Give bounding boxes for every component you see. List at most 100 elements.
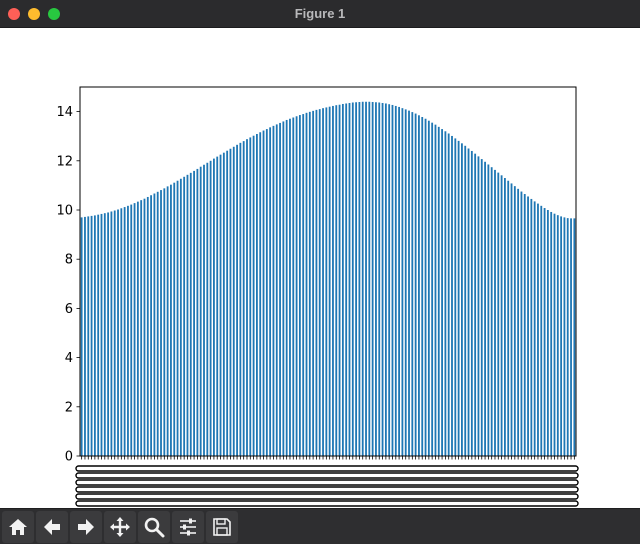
bar xyxy=(517,188,520,456)
y-tick-label: 2 xyxy=(65,400,73,415)
bar xyxy=(523,194,526,456)
bar xyxy=(140,200,143,456)
configure-subplots-button[interactable] xyxy=(172,511,204,543)
bar xyxy=(560,216,563,456)
back-arrow-icon xyxy=(44,519,60,535)
bar xyxy=(546,210,549,456)
bar xyxy=(566,218,569,456)
bar xyxy=(500,175,503,456)
forward-button[interactable] xyxy=(70,511,102,543)
x-tick-label-overlap xyxy=(75,500,579,507)
bar xyxy=(289,118,291,456)
window-title: Figure 1 xyxy=(294,6,346,21)
bar xyxy=(533,201,536,456)
bar xyxy=(170,184,172,456)
bar xyxy=(292,117,295,456)
bar xyxy=(563,217,566,456)
title-bar: Figure 1 xyxy=(0,0,640,28)
bar xyxy=(494,169,496,456)
x-tick-label-overlap xyxy=(75,493,579,500)
bar xyxy=(256,133,258,456)
bar xyxy=(246,139,248,456)
bar xyxy=(335,105,338,456)
bar xyxy=(332,105,334,456)
bar xyxy=(437,126,440,456)
bar xyxy=(117,209,119,456)
bar xyxy=(103,213,106,456)
bar xyxy=(358,102,361,456)
bar xyxy=(467,148,470,456)
bar xyxy=(84,216,86,456)
bar xyxy=(408,110,410,457)
x-tick-label-overlap xyxy=(75,465,579,472)
x-tick-label-overlap xyxy=(75,479,579,486)
bar xyxy=(120,208,123,456)
bar xyxy=(127,205,129,456)
bar xyxy=(484,161,486,456)
bar xyxy=(527,196,529,456)
bar xyxy=(199,166,202,456)
bar xyxy=(249,137,252,456)
home-button[interactable] xyxy=(2,511,34,543)
bar xyxy=(239,142,242,456)
bar xyxy=(556,215,559,456)
bar xyxy=(424,118,427,456)
y-tick-label: 0 xyxy=(65,450,73,465)
bar xyxy=(573,218,576,456)
home-icon xyxy=(9,519,27,535)
bar xyxy=(133,203,136,456)
bar xyxy=(156,191,159,457)
y-tick-label: 6 xyxy=(65,302,73,317)
bar xyxy=(371,102,374,456)
y-tick-label: 14 xyxy=(56,105,73,120)
bar xyxy=(461,143,463,456)
bar xyxy=(421,117,424,456)
x-tick-label-overlap xyxy=(75,472,579,479)
bar xyxy=(441,129,443,456)
back-button[interactable] xyxy=(36,511,68,543)
bar xyxy=(219,154,222,456)
zoom-button[interactable] xyxy=(138,511,170,543)
bar xyxy=(477,156,480,456)
bar xyxy=(216,156,219,456)
bar xyxy=(252,135,255,456)
bar xyxy=(302,114,305,456)
bar xyxy=(553,213,556,456)
bar xyxy=(242,141,245,456)
bar xyxy=(540,205,543,456)
bar xyxy=(196,168,199,457)
bar xyxy=(411,112,414,456)
bar xyxy=(378,102,381,456)
bar-series xyxy=(80,101,576,457)
bar xyxy=(136,201,139,456)
bar xyxy=(97,214,100,456)
bar xyxy=(368,101,371,456)
bar xyxy=(285,119,288,457)
bar xyxy=(427,120,430,456)
bar xyxy=(394,105,397,456)
bar xyxy=(308,111,311,456)
bar xyxy=(434,124,437,456)
bar xyxy=(265,129,268,456)
bar xyxy=(179,178,182,456)
bar xyxy=(361,101,364,456)
bar xyxy=(153,193,156,456)
bar xyxy=(315,109,318,456)
bar xyxy=(457,140,460,456)
bar xyxy=(550,211,553,456)
bar xyxy=(80,217,83,456)
save-button[interactable] xyxy=(206,511,238,543)
pan-button[interactable] xyxy=(104,511,136,543)
y-axis: 0 2 4 6 8 10 12 14 xyxy=(56,105,80,465)
bar xyxy=(183,176,186,457)
bar xyxy=(543,208,546,456)
bar xyxy=(226,150,229,456)
bar xyxy=(209,160,212,457)
bar xyxy=(487,164,490,457)
bar xyxy=(295,116,298,457)
bar xyxy=(513,186,516,456)
x-tick-label-overlap xyxy=(75,486,579,493)
zoom-icon xyxy=(144,517,165,538)
configure-subplots-icon xyxy=(180,518,196,536)
bar xyxy=(193,170,195,456)
